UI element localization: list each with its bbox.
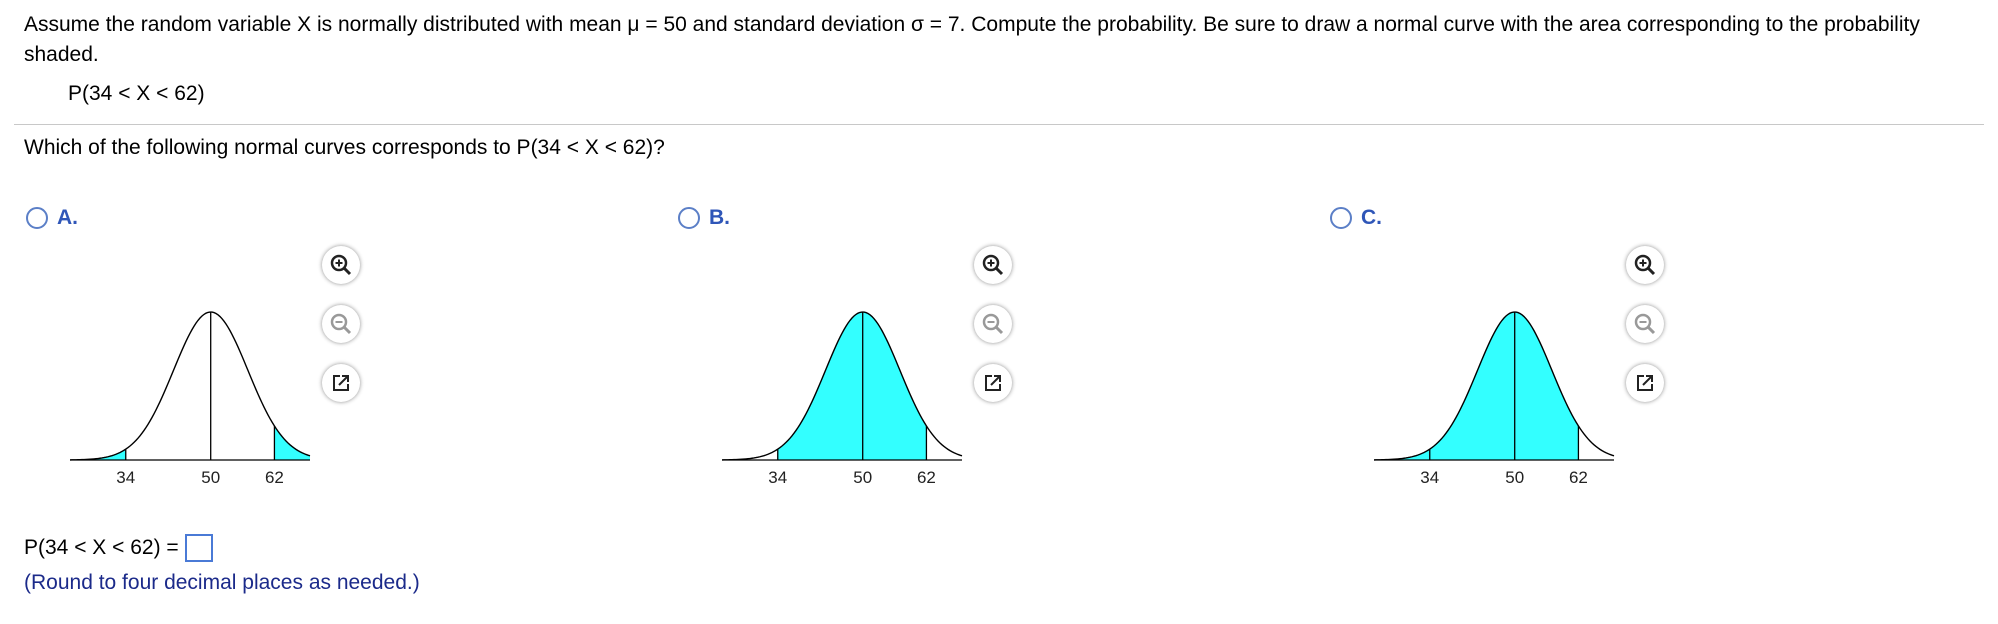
tick-label: 62 [917,468,936,487]
zoom-out-icon [1634,313,1656,335]
answer-label: P(34 < X < 62) = [24,536,179,559]
zoom-in-icon [982,254,1004,276]
zoom-out-icon [982,313,1004,335]
popout-icon [333,375,349,391]
answer-line: P(34 < X < 62) = [24,534,213,562]
option-c-popout-button[interactable] [1626,364,1664,402]
option-b-zoom-out-button[interactable] [974,305,1012,343]
option-a-radio[interactable] [26,207,48,229]
tick-label: 34 [768,468,787,487]
shaded-area [777,312,927,460]
prompt-text: Which of the following normal curves cor… [24,136,665,159]
tick-label: 50 [201,468,220,487]
popout-icon [985,375,1001,391]
tick-label: 34 [1420,468,1439,487]
tick-label: 62 [1569,468,1588,487]
divider [14,124,1984,125]
option-a-normal-curve: 34 50 62 [69,311,311,487]
option-c-radio[interactable] [1330,207,1352,229]
popout-icon [1637,375,1653,391]
option-a[interactable]: A. [26,206,78,230]
tick-label: 50 [853,468,872,487]
shaded-area [1374,312,1579,460]
zoom-in-icon [1634,254,1656,276]
option-b-label: B. [709,206,730,229]
option-c-label: C. [1361,206,1382,229]
question-text: Assume the random variable X is normally… [24,13,1920,66]
tick-label: 34 [116,468,135,487]
option-b-normal-curve: 34 50 62 [721,311,963,487]
option-c-normal-curve: 34 50 62 [1373,311,1615,487]
option-a-zoom-out-button[interactable] [322,305,360,343]
option-b-radio[interactable] [678,207,700,229]
option-a-zoom-in-button[interactable] [322,246,360,284]
probability-expression: P(34 < X < 62) [68,82,205,105]
option-a-label: A. [57,206,78,229]
zoom-out-icon [330,313,352,335]
answer-input[interactable] [184,534,213,562]
rounding-hint: (Round to four decimal places as needed.… [24,571,420,594]
tick-label: 50 [1505,468,1524,487]
option-b-popout-button[interactable] [974,364,1012,402]
option-b[interactable]: B. [678,206,730,230]
tick-label: 62 [265,468,284,487]
option-a-popout-button[interactable] [322,364,360,402]
option-b-zoom-in-button[interactable] [974,246,1012,284]
option-c-zoom-in-button[interactable] [1626,246,1664,284]
zoom-in-icon [330,254,352,276]
option-c-zoom-out-button[interactable] [1626,305,1664,343]
option-c[interactable]: C. [1330,206,1382,230]
shaded-area [274,425,310,460]
